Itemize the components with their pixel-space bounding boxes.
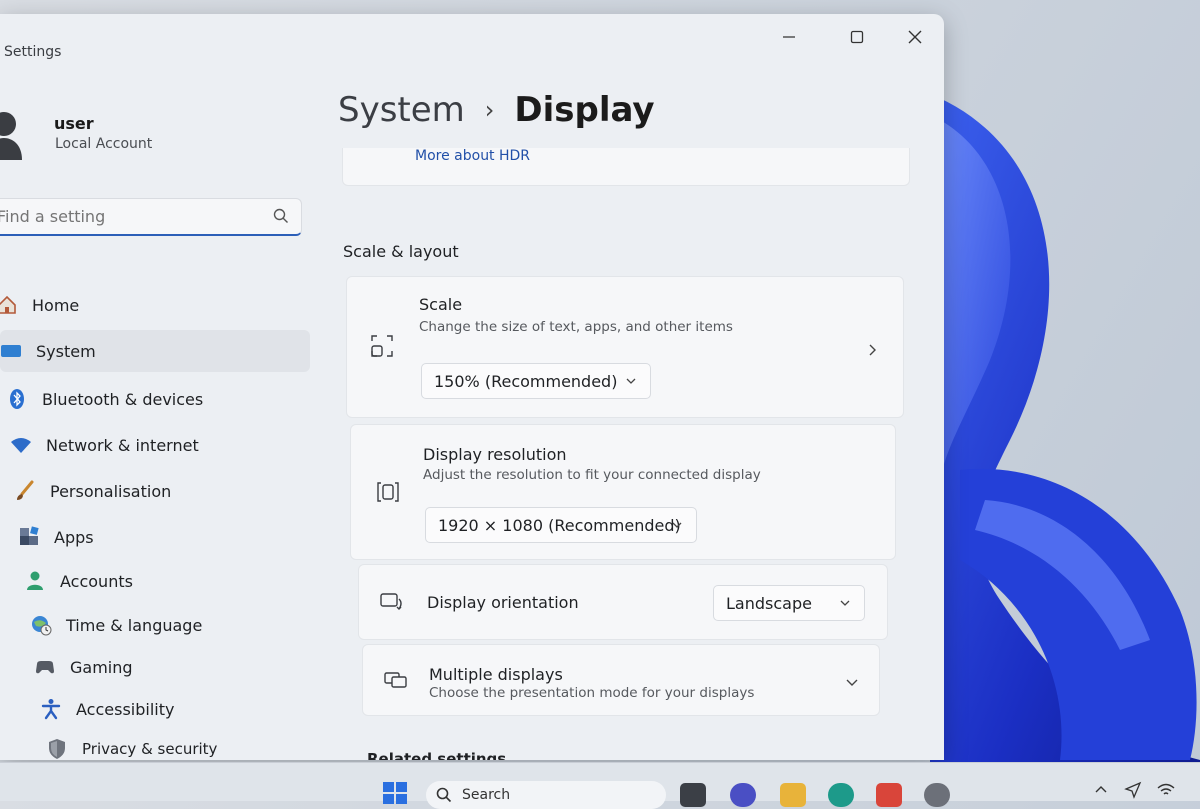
wifi-icon[interactable]	[1156, 781, 1176, 799]
orientation-dropdown[interactable]: Landscape	[713, 585, 865, 621]
avatar	[0, 112, 22, 160]
more-about-hdr-link[interactable]: More about HDR	[415, 148, 530, 164]
title-bar: Settings	[0, 14, 944, 74]
scale-title: Scale	[419, 295, 463, 314]
chevron-down-icon	[840, 600, 850, 606]
close-button[interactable]	[892, 22, 938, 52]
scale-card[interactable]: Scale Change the size of text, apps, and…	[346, 276, 904, 418]
scale-dropdown[interactable]: 150% (Recommended)	[421, 363, 651, 399]
scale-description: Change the size of text, apps, and other…	[419, 319, 733, 335]
window-title: Settings	[4, 44, 62, 60]
sidebar-item-bluetooth[interactable]: Bluetooth & devices	[6, 378, 316, 420]
sidebar-item-label: Apps	[54, 527, 94, 547]
sidebar-item-label: Accounts	[60, 571, 133, 591]
chevron-up-icon[interactable]	[1094, 783, 1108, 797]
page-title: Display	[514, 90, 655, 130]
taskbar-search-label: Search	[462, 787, 511, 803]
section-title-scale-layout: Scale & layout	[343, 242, 459, 261]
minimize-icon	[783, 36, 795, 38]
sidebar-item-accessibility[interactable]: Accessibility	[40, 688, 350, 730]
user-name: user	[54, 114, 94, 133]
task-view-icon[interactable]	[680, 783, 706, 807]
shield-icon	[46, 738, 68, 760]
windows-start-icon[interactable]	[382, 781, 408, 805]
sidebar-item-label: Accessibility	[76, 699, 175, 719]
resolution-dropdown-value: 1920 × 1080 (Recommended)	[438, 515, 681, 535]
sidebar-item-time-language[interactable]: Time & language	[30, 604, 340, 646]
sidebar-item-label: Time & language	[66, 615, 203, 635]
sidebar-item-accounts[interactable]: Accounts	[24, 560, 334, 602]
breadcrumb-separator: ›	[484, 96, 495, 124]
multiple-displays-icon	[384, 672, 407, 688]
sidebar-item-label: Privacy & security	[82, 740, 218, 758]
search-icon	[436, 787, 452, 803]
edge-icon[interactable]	[828, 783, 854, 807]
chevron-down-icon	[846, 679, 858, 686]
store-icon[interactable]	[876, 783, 902, 807]
orientation-dropdown-value: Landscape	[726, 593, 812, 613]
brush-icon	[14, 480, 36, 502]
resolution-dropdown[interactable]: 1920 × 1080 (Recommended)	[425, 507, 697, 543]
sidebar-item-label: Gaming	[70, 657, 133, 677]
minimize-button[interactable]	[766, 22, 812, 52]
wifi-icon	[10, 434, 32, 456]
sidebar-item-label: System	[36, 341, 96, 361]
teams-icon[interactable]	[730, 783, 756, 807]
sidebar-item-apps[interactable]: Apps	[18, 516, 328, 558]
orientation-title: Display orientation	[427, 593, 579, 612]
breadcrumb: System › Display	[338, 90, 655, 130]
chevron-down-icon	[672, 522, 682, 528]
settings-gear-icon[interactable]	[924, 783, 950, 807]
maximize-icon	[850, 30, 864, 44]
sidebar-item-label: Home	[32, 295, 80, 315]
accounts-icon	[24, 570, 46, 592]
search-box[interactable]	[0, 198, 302, 236]
settings-window: Settings user Local Account Home	[0, 14, 944, 760]
globe-clock-icon	[30, 614, 52, 636]
taskbar: Search	[0, 762, 1200, 809]
multiple-displays-description: Choose the presentation mode for your di…	[429, 685, 755, 701]
close-icon	[908, 30, 922, 44]
resolution-description: Adjust the resolution to fit your connec…	[423, 467, 761, 483]
location-icon	[1124, 781, 1142, 799]
search-icon	[273, 208, 288, 223]
sidebar: user Local Account Home System Bluetooth…	[0, 74, 320, 760]
sidebar-item-label: Network & internet	[46, 435, 199, 455]
maximize-button[interactable]	[834, 22, 880, 52]
resolution-title: Display resolution	[423, 445, 567, 464]
apps-icon	[18, 526, 40, 548]
resolution-card: Display resolution Adjust the resolution…	[350, 424, 896, 560]
sidebar-item-network[interactable]: Network & internet	[10, 424, 320, 466]
scale-dropdown-value: 150% (Recommended)	[434, 371, 618, 391]
home-icon	[0, 294, 18, 316]
accessibility-icon	[40, 698, 62, 720]
resolution-icon	[377, 482, 399, 502]
breadcrumb-parent[interactable]: System	[338, 90, 465, 130]
multiple-displays-card[interactable]: Multiple displays Choose the presentatio…	[362, 644, 880, 716]
sidebar-item-system[interactable]: System	[0, 330, 310, 372]
account-type: Local Account	[55, 136, 153, 152]
multiple-displays-title: Multiple displays	[429, 665, 563, 684]
search-input[interactable]	[0, 206, 259, 227]
section-title-related-settings: Related settings	[367, 750, 507, 760]
chevron-right-icon	[869, 344, 876, 356]
orientation-icon	[380, 593, 402, 610]
file-explorer-icon[interactable]	[780, 783, 806, 807]
main-content: System › Display More about HDR Scale & …	[320, 74, 944, 760]
sidebar-item-privacy[interactable]: Privacy & security	[46, 728, 356, 760]
sidebar-item-gaming[interactable]: Gaming	[34, 646, 344, 688]
bluetooth-icon	[6, 388, 28, 410]
hdr-card: More about HDR	[342, 148, 910, 186]
gamepad-icon	[34, 656, 56, 678]
sidebar-item-home[interactable]: Home	[0, 284, 306, 326]
system-icon	[0, 340, 22, 362]
chevron-down-icon	[626, 378, 636, 384]
orientation-card: Display orientation Landscape	[358, 564, 888, 640]
sidebar-item-personalisation[interactable]: Personalisation	[14, 470, 324, 512]
taskbar-search[interactable]: Search	[426, 781, 666, 809]
sidebar-item-label: Personalisation	[50, 481, 172, 501]
scale-icon	[371, 335, 393, 357]
sidebar-item-label: Bluetooth & devices	[42, 389, 204, 409]
